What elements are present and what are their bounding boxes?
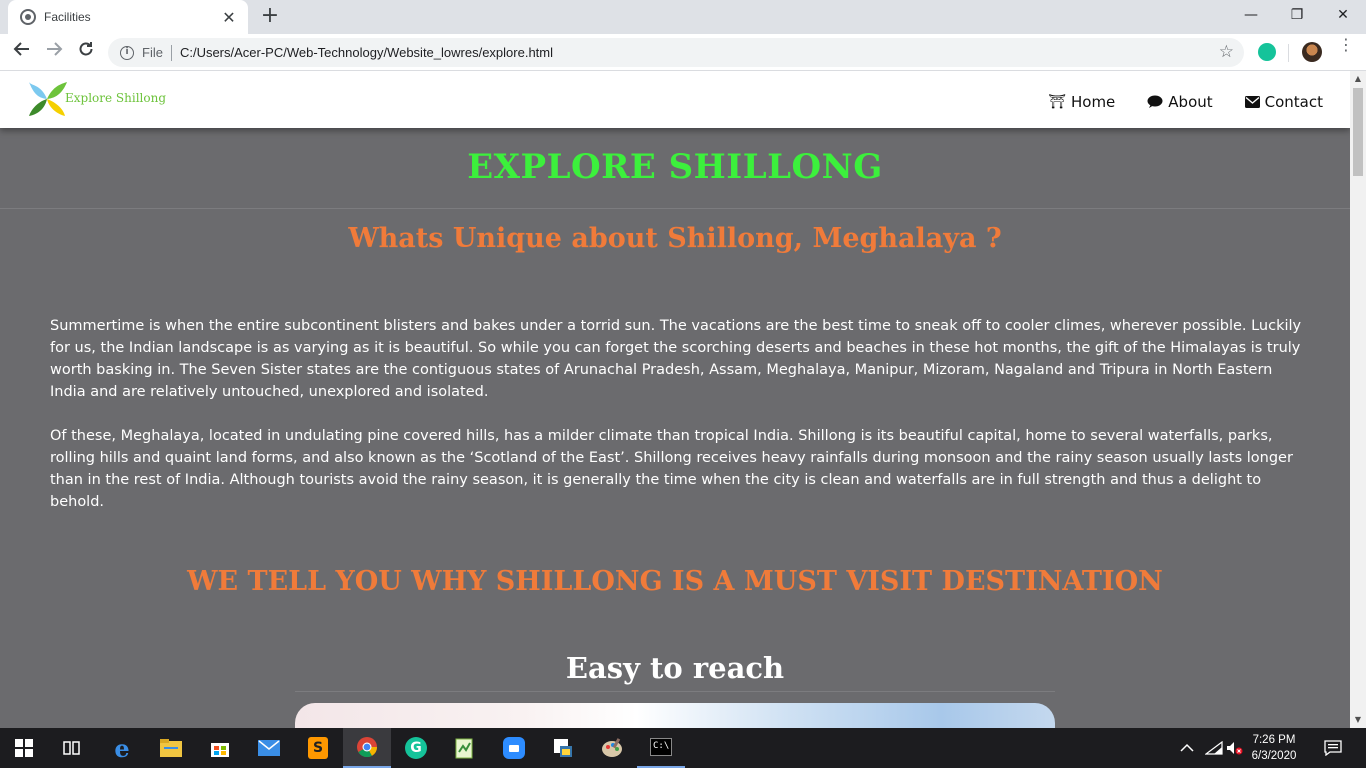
globe-icon	[20, 9, 36, 25]
landscape-photo	[295, 703, 1055, 728]
zoom-icon[interactable]	[490, 728, 538, 768]
browser-tab[interactable]: Facilities ✕	[8, 0, 248, 34]
scroll-thumb[interactable]	[1353, 88, 1363, 176]
mail-icon[interactable]	[245, 728, 293, 768]
intro-paragraph: Summertime is when the entire subcontine…	[50, 318, 1302, 400]
avatar[interactable]	[1302, 42, 1322, 62]
notepad-plus-icon[interactable]	[441, 728, 489, 768]
hero-title: EXPLORE SHILLONG	[467, 147, 883, 187]
back-button[interactable]	[10, 40, 34, 64]
site-navbar: Explore Shillong ⛩ Home About Contact	[0, 71, 1350, 128]
nav-home-label: Home	[1070, 93, 1116, 111]
forward-button[interactable]	[42, 40, 66, 64]
restore-button[interactable]: ❐	[1274, 0, 1320, 30]
tab-title: Facilities	[44, 10, 91, 24]
show-hidden-icons-icon[interactable]	[1180, 728, 1194, 768]
nav-contact-link[interactable]: Contact	[1244, 93, 1323, 111]
divider	[170, 44, 172, 61]
minimize-button[interactable]: —	[1228, 0, 1274, 30]
clock-date: 6/3/2020	[1251, 750, 1297, 762]
new-tab-button[interactable]: +	[256, 5, 284, 29]
scroll-up-icon[interactable]: ▲	[1350, 71, 1366, 87]
nav-contact-label: Contact	[1264, 93, 1323, 111]
address-bar[interactable]: i File C:/Users/Acer-PC/Web-Technology/W…	[108, 38, 1244, 67]
envelope-icon	[1244, 96, 1260, 108]
divider	[295, 691, 1055, 692]
windows-taskbar: e S G C:\ 7:26 PM 6/3/2020	[0, 728, 1366, 768]
sublime-text-icon[interactable]: S	[294, 728, 342, 768]
divider	[0, 208, 1350, 209]
reload-icon	[79, 42, 93, 56]
volume-muted-icon[interactable]	[1226, 728, 1244, 768]
nav-menu: ⛩ Home About Contact	[1048, 93, 1323, 111]
question-heading: Whats Unique about Shillong, Meghalaya ?	[348, 223, 1002, 254]
logo-text[interactable]: Explore Shillong	[65, 91, 166, 105]
close-window-button[interactable]: ✕	[1320, 0, 1366, 30]
browser-tab-bar: Facilities ✕ + — ❐ ✕	[0, 0, 1366, 34]
star-icon[interactable]: ☆	[1219, 42, 1234, 62]
info-icon[interactable]: i	[120, 45, 134, 60]
scroll-down-icon[interactable]: ▼	[1350, 712, 1366, 728]
meghalaya-paragraph: Of these, Meghalaya, located in undulati…	[50, 428, 1293, 510]
tab-close-button[interactable]: ✕	[220, 8, 238, 27]
easy-to-reach-heading: Easy to reach	[565, 651, 785, 685]
page-scrollbar[interactable]: ▲ ▼	[1350, 71, 1366, 728]
page-viewport: Explore Shillong ⛩ Home About Contact EX…	[0, 71, 1350, 728]
grammarly-icon[interactable]: G	[392, 728, 440, 768]
comment-icon	[1147, 95, 1163, 108]
file-explorer-icon[interactable]	[147, 728, 195, 768]
clock-time: 7:26 PM	[1252, 734, 1296, 746]
nav-about-link[interactable]: About	[1147, 93, 1213, 111]
chrome-icon[interactable]	[343, 728, 391, 768]
why-heading: WE TELL YOU WHY SHILLONG IS A MUST VISIT…	[187, 566, 1163, 597]
nav-home-link[interactable]: ⛩ Home	[1048, 93, 1115, 111]
wifi-icon[interactable]	[1205, 728, 1223, 768]
grammarly-extension-icon[interactable]	[1258, 43, 1276, 61]
store-icon[interactable]	[196, 728, 244, 768]
divider	[1288, 44, 1289, 62]
url-text[interactable]: C:/Users/Acer-PC/Web-Technology/Website_…	[180, 45, 553, 60]
terminal-icon[interactable]: C:\	[637, 728, 685, 768]
nav-about-label: About	[1168, 93, 1213, 111]
windows-start-icon[interactable]	[0, 728, 48, 768]
reload-button[interactable]	[74, 40, 98, 64]
browser-toolbar: i File C:/Users/Acer-PC/Web-Technology/W…	[0, 34, 1366, 71]
file-label: File	[142, 45, 163, 60]
torii-gate-icon: ⛩	[1048, 94, 1066, 110]
python-icon[interactable]	[539, 728, 587, 768]
task-view-icon[interactable]	[48, 728, 96, 768]
arrow-right-icon	[47, 42, 63, 56]
notifications-icon[interactable]	[1324, 728, 1342, 768]
arrow-left-icon	[13, 42, 29, 56]
leaf-logo-icon[interactable]	[27, 80, 67, 118]
menu-icon[interactable]: ⋮	[1338, 37, 1354, 53]
paint-icon[interactable]	[588, 728, 636, 768]
system-clock[interactable]: 7:26 PM 6/3/2020	[1244, 732, 1304, 764]
edge-icon[interactable]: e	[98, 728, 146, 768]
